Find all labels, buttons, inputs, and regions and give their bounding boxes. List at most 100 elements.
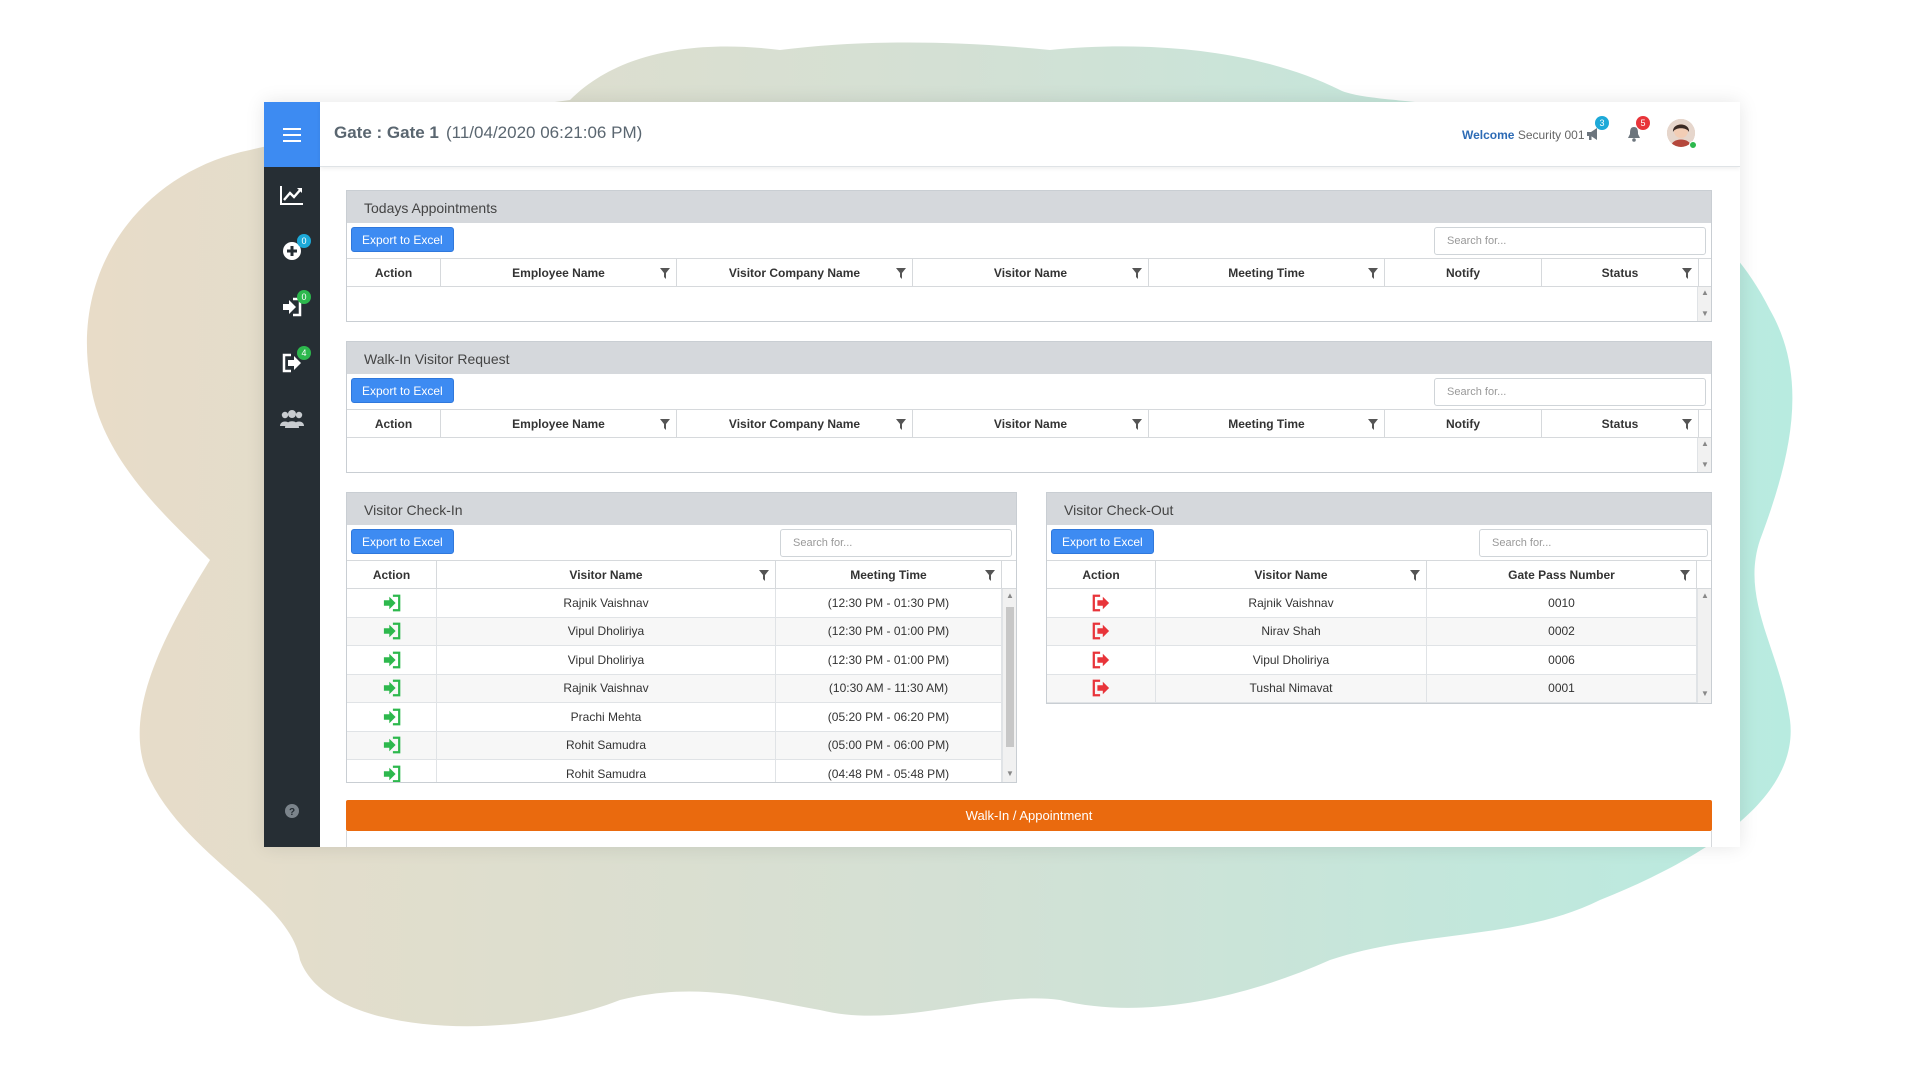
meeting-time-cell: (12:30 PM - 01:00 PM) (776, 617, 1002, 645)
sidebar-item-checkout[interactable]: 4 (264, 343, 320, 383)
table-row[interactable]: Rajnik Vaishnav (10:30 AM - 11:30 AM) (347, 674, 1002, 703)
column-header[interactable]: Notify (1385, 410, 1542, 437)
table-row[interactable]: Rohit Samudra (04:48 PM - 05:48 PM) (347, 760, 1002, 782)
search-input[interactable]: Search for... (1479, 529, 1708, 557)
checkin-action-button[interactable] (347, 617, 437, 645)
search-input[interactable]: Search for... (780, 529, 1012, 557)
column-header[interactable]: Visitor Name (913, 410, 1149, 437)
scrollbar[interactable]: ▲ ▼ (1697, 287, 1711, 321)
scrollbar[interactable]: ▲ ▼ (1002, 589, 1016, 782)
walkin-appointment-panel (346, 831, 1712, 847)
column-header[interactable]: Status (1542, 410, 1699, 437)
column-header[interactable]: Action (347, 259, 441, 286)
sidebar-item-add[interactable]: 0 (264, 231, 320, 271)
column-header[interactable]: Meeting Time (1149, 259, 1385, 286)
checkout-action-button[interactable] (1047, 646, 1156, 674)
meeting-time-cell: (05:20 PM - 06:20 PM) (776, 703, 1002, 731)
sidebar-item-dashboard[interactable] (264, 175, 320, 215)
checkin-action-button[interactable] (347, 731, 437, 759)
column-header[interactable]: Action (1047, 561, 1156, 588)
column-header[interactable]: Notify (1385, 259, 1542, 286)
column-header[interactable]: Visitor Name (913, 259, 1149, 286)
column-header[interactable]: Meeting Time (776, 561, 1002, 588)
table-row[interactable]: Prachi Mehta (05:20 PM - 06:20 PM) (347, 703, 1002, 732)
walkin-appointment-button[interactable]: Walk-In / Appointment (346, 800, 1712, 831)
table-row[interactable]: Rajnik Vaishnav (12:30 PM - 01:30 PM) (347, 589, 1002, 618)
search-input[interactable]: Search for... (1434, 227, 1706, 255)
filter-icon[interactable] (1132, 419, 1142, 430)
checkout-action-button[interactable] (1047, 617, 1156, 645)
filter-icon[interactable] (1680, 570, 1690, 581)
checkout-action-button[interactable] (1047, 589, 1156, 617)
table-row[interactable]: Rohit Samudra (05:00 PM - 06:00 PM) (347, 731, 1002, 760)
scroll-up-arrow[interactable]: ▲ (1701, 288, 1709, 297)
sidebar-item-checkin[interactable]: 0 (264, 287, 320, 327)
checkin-action-button[interactable] (347, 589, 437, 617)
scroll-up-arrow[interactable]: ▲ (1701, 439, 1709, 448)
export-excel-button[interactable]: Export to Excel (351, 378, 454, 403)
column-header[interactable]: Meeting Time (1149, 410, 1385, 437)
filter-icon[interactable] (1410, 570, 1420, 581)
export-excel-button[interactable]: Export to Excel (351, 529, 454, 554)
table-row[interactable]: Nirav Shah 0002 (1047, 617, 1697, 646)
checkin-action-button[interactable] (347, 674, 437, 702)
filter-icon[interactable] (985, 570, 995, 581)
column-header-label: Employee Name (512, 416, 605, 431)
column-header[interactable]: Visitor Name (437, 561, 776, 588)
checkin-action-button[interactable] (347, 760, 437, 782)
help-icon: ? (285, 804, 299, 818)
filter-icon[interactable] (1368, 419, 1378, 430)
checkin-grid-body: Rajnik Vaishnav (12:30 PM - 01:30 PM) Vip… (347, 589, 1002, 782)
notification-button[interactable]: 5 (1626, 116, 1650, 146)
filter-icon[interactable] (759, 570, 769, 581)
table-row[interactable]: Tushal Nimavat 0001 (1047, 674, 1697, 703)
sign-in-icon (383, 651, 400, 669)
checkin-action-button[interactable] (347, 646, 437, 674)
filter-icon[interactable] (1132, 268, 1142, 279)
meeting-time-cell: (12:30 PM - 01:30 PM) (776, 589, 1002, 617)
scroll-up-arrow[interactable]: ▲ (1701, 591, 1709, 600)
sidebar-item-users[interactable] (264, 399, 320, 439)
export-excel-button[interactable]: Export to Excel (351, 227, 454, 252)
filter-icon[interactable] (896, 268, 906, 279)
column-header[interactable]: Visitor Company Name (677, 410, 913, 437)
sidebar-item-help[interactable]: ? (264, 791, 320, 831)
column-header[interactable]: Visitor Company Name (677, 259, 913, 286)
users-icon (280, 410, 304, 428)
sign-in-icon (383, 708, 400, 726)
menu-toggle-button[interactable] (264, 102, 320, 167)
table-row[interactable]: Vipul Dholiriya (12:30 PM - 01:00 PM) (347, 617, 1002, 646)
scrollbar-thumb[interactable] (1006, 607, 1014, 747)
visitor-name-cell: Vipul Dholiriya (437, 646, 776, 674)
table-row[interactable]: Rajnik Vaishnav 0010 (1047, 589, 1697, 618)
column-header[interactable]: Action (347, 561, 437, 588)
scrollbar[interactable]: ▲ ▼ (1697, 438, 1711, 472)
scroll-up-arrow[interactable]: ▲ (1006, 591, 1014, 600)
filter-icon[interactable] (1682, 419, 1692, 430)
filter-icon[interactable] (660, 419, 670, 430)
filter-icon[interactable] (1682, 268, 1692, 279)
scroll-down-arrow[interactable]: ▼ (1006, 769, 1014, 778)
column-header[interactable]: Employee Name (441, 410, 677, 437)
export-excel-button[interactable]: Export to Excel (1051, 529, 1154, 554)
filter-icon[interactable] (896, 419, 906, 430)
scroll-down-arrow[interactable]: ▼ (1701, 460, 1709, 469)
filter-icon[interactable] (660, 268, 670, 279)
search-input[interactable]: Search for... (1434, 378, 1706, 406)
checkin-action-button[interactable] (347, 703, 437, 731)
gate-pass-cell: 0001 (1427, 674, 1697, 702)
table-row[interactable]: Vipul Dholiriya (12:30 PM - 01:00 PM) (347, 646, 1002, 675)
scroll-down-arrow[interactable]: ▼ (1701, 689, 1709, 698)
column-header[interactable]: Employee Name (441, 259, 677, 286)
filter-icon[interactable] (1368, 268, 1378, 279)
column-header[interactable]: Visitor Name (1156, 561, 1427, 588)
column-header[interactable]: Action (347, 410, 441, 437)
column-header[interactable]: Gate Pass Number (1427, 561, 1697, 588)
column-header[interactable]: Status (1542, 259, 1699, 286)
announcement-button[interactable]: 3 (1585, 116, 1609, 146)
table-row[interactable]: Vipul Dholiriya 0006 (1047, 646, 1697, 675)
scroll-down-arrow[interactable]: ▼ (1701, 309, 1709, 318)
welcome-prefix: Welcome (1462, 128, 1515, 142)
scrollbar[interactable]: ▲ ▼ (1697, 589, 1711, 703)
checkout-action-button[interactable] (1047, 674, 1156, 702)
